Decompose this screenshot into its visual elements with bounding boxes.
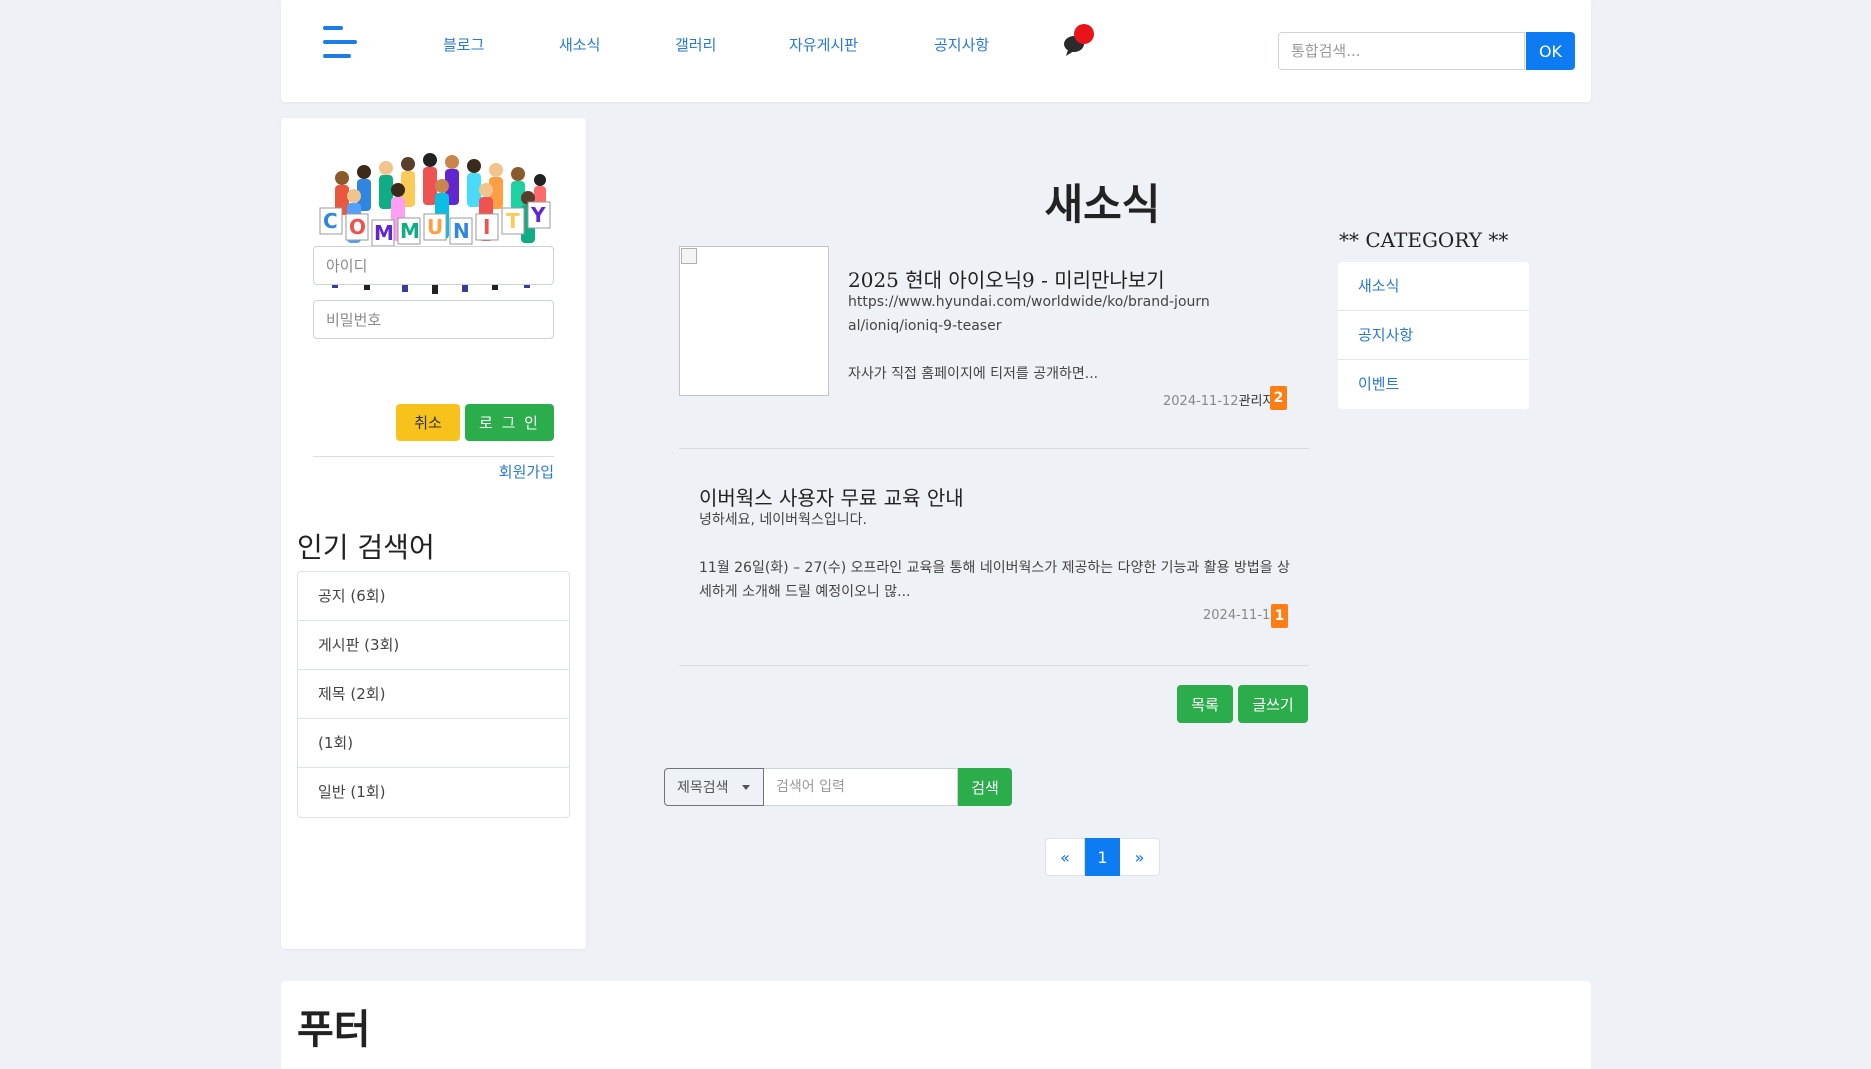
broken-image-icon	[681, 248, 697, 264]
category-item-notice[interactable]: 공지사항	[1338, 311, 1529, 360]
nav-news[interactable]: 새소식	[559, 34, 600, 55]
login-button[interactable]: 로 그 인	[465, 404, 554, 441]
post-url: https://www.hyundai.com/worldwide/ko/bra…	[848, 294, 1210, 334]
svg-text:O: O	[349, 215, 366, 239]
cancel-button[interactable]: 취소	[396, 404, 460, 441]
post-excerpt: 11월 26일(화) – 27(수) 오프라인 교육을 통해 네이버웍스가 제공…	[699, 560, 1290, 600]
svg-text:M: M	[374, 221, 394, 245]
nav-gallery[interactable]: 갤러리	[675, 34, 716, 55]
post-excerpt: 자사가 직접 홈페이지에 티저를 공개하면...	[848, 366, 1099, 382]
nav-free-board[interactable]: 자유게시판	[789, 34, 858, 55]
pagination-next[interactable]: »	[1120, 838, 1160, 876]
post-date: 2024-11-12	[1203, 608, 1279, 623]
board-search-input[interactable]	[764, 768, 958, 806]
post-date: 2024-11-12	[1163, 394, 1239, 409]
page-title: 새소식	[1044, 180, 1161, 229]
caret-down-icon	[742, 785, 750, 790]
nav-notice[interactable]: 공지사항	[934, 34, 989, 55]
user-id-input[interactable]	[313, 246, 554, 285]
list-button[interactable]: 목록	[1177, 685, 1233, 723]
global-search-input[interactable]	[1278, 32, 1525, 70]
post-title[interactable]: 이버웍스 사용자 무료 교육 안내	[699, 482, 964, 511]
category-title: ** CATEGORY **	[1339, 228, 1509, 252]
top-header: 블로그 새소식 갤러리 자유게시판 공지사항 OK	[281, 0, 1591, 102]
category-item-news[interactable]: 새소식	[1338, 262, 1529, 311]
comment-count-badge: 2	[1270, 386, 1287, 410]
category-list: 새소식 공지사항 이벤트	[1338, 262, 1529, 409]
svg-text:M: M	[400, 219, 420, 243]
nav-blog[interactable]: 블로그	[443, 34, 484, 55]
left-sidebar: C O M M U N I T Y 취소 로 그 인 회원가입 인기 검색어 공…	[281, 118, 586, 949]
footer: 푸터	[281, 981, 1591, 1069]
svg-text:C: C	[323, 209, 338, 233]
svg-text:U: U	[427, 215, 443, 239]
category-item-event[interactable]: 이벤트	[1338, 360, 1529, 409]
pagination: « 1 »	[1045, 838, 1160, 876]
write-button[interactable]: 글쓰기	[1238, 685, 1308, 723]
global-search-ok-button[interactable]: OK	[1526, 32, 1575, 70]
post-separator	[679, 665, 1309, 666]
post-meta: 2024-11-12관리자	[1163, 390, 1274, 409]
pagination-prev[interactable]: «	[1045, 838, 1085, 876]
popular-search-item[interactable]: 일반 (1회)	[298, 768, 569, 817]
footer-title: 푸터	[297, 1006, 371, 1053]
svg-text:I: I	[483, 215, 490, 239]
pagination-page[interactable]: 1	[1085, 838, 1120, 876]
svg-text:T: T	[506, 209, 520, 233]
post-greeting: 녕하세요, 네이버웍스입니다.	[699, 512, 867, 528]
board-search-button[interactable]: 검색	[958, 768, 1012, 806]
svg-text:N: N	[453, 219, 470, 243]
hamburger-menu-icon[interactable]	[323, 26, 359, 60]
popular-search-item[interactable]: 공지 (6회)	[298, 572, 569, 621]
popular-search-item[interactable]: 게시판 (3회)	[298, 621, 569, 670]
signup-link[interactable]: 회원가입	[499, 461, 554, 482]
post-title[interactable]: 2025 현대 아이오닉9 - 미리만나보기	[848, 264, 1165, 293]
svg-text:Y: Y	[530, 203, 546, 227]
popular-search-title: 인기 검색어	[297, 531, 435, 564]
comment-count-badge: 1	[1271, 604, 1288, 628]
popular-search-item[interactable]: (1회)	[298, 719, 569, 768]
post-separator	[679, 448, 1309, 449]
login-divider	[313, 456, 554, 457]
popular-search-list: 공지 (6회) 게시판 (3회) 제목 (2회) (1회) 일반 (1회)	[297, 571, 570, 818]
search-type-label: 제목검색	[677, 780, 729, 796]
popular-search-item[interactable]: 제목 (2회)	[298, 670, 569, 719]
post-thumbnail[interactable]	[679, 246, 829, 396]
password-input[interactable]	[313, 300, 554, 339]
chat-bubble-icon[interactable]	[1062, 24, 1096, 56]
